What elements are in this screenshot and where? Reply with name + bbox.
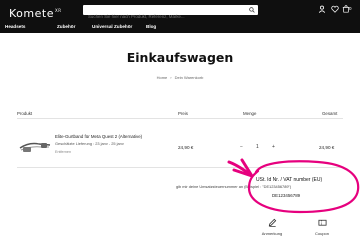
item-total: 24,90 €	[319, 145, 335, 150]
note-icon	[268, 218, 276, 227]
breadcrumb-separator: ›	[170, 75, 172, 80]
breadcrumb-current: Dein Warenkorb	[174, 75, 204, 80]
logo-text: Komete	[9, 7, 54, 20]
vat-number-hint: gib mir deine Umsatzsteuernummer an (Bei…	[176, 184, 292, 189]
vat-number-field[interactable]: DE123456789	[272, 193, 300, 198]
nav-item-blog[interactable]: Blog	[146, 24, 156, 29]
logo[interactable]: KometeXR	[9, 7, 62, 20]
user-icon[interactable]	[318, 5, 326, 13]
top-header: KometeXR 0 Headsets Zubehör Universal Zu…	[0, 0, 360, 33]
breadcrumb: Home › Dein Warenkorb	[0, 75, 360, 80]
vat-number-label: USt. Id Nr. / VAT number (EU)	[256, 177, 323, 183]
note-button[interactable]: Anmerkung	[259, 218, 285, 240]
search-icon[interactable]	[249, 7, 255, 13]
estimated-delivery: Geschätzte Lieferung : 23 janv - 25 janv	[55, 141, 124, 146]
nav-item-zubehoer[interactable]: Zubehör	[57, 24, 75, 29]
nav-item-headsets[interactable]: Headsets	[5, 24, 25, 29]
nav-item-universal-zubehoer[interactable]: Universal Zubehör	[92, 24, 132, 29]
wishlist-icon[interactable]	[331, 5, 339, 13]
table-header-divider	[17, 118, 343, 119]
cart-count-badge: 0	[349, 6, 352, 11]
search-bar	[83, 5, 258, 22]
highlight-annotation	[227, 158, 360, 214]
column-header-price: Preis	[178, 111, 189, 116]
column-header-quantity: Menge	[243, 111, 257, 116]
breadcrumb-home[interactable]: Home	[157, 75, 168, 80]
quantity-increase-button[interactable]: +	[272, 144, 275, 150]
table-row-divider	[17, 167, 343, 168]
quantity-decrease-button[interactable]: −	[240, 144, 243, 150]
main-nav: Headsets Zubehör Universal Zubehör Blog	[0, 20, 360, 33]
remove-item-link[interactable]: Entfernen	[55, 150, 71, 154]
quantity-value[interactable]: 1	[256, 144, 259, 150]
coupon-button-label: Coupon	[314, 231, 329, 236]
product-image[interactable]	[17, 134, 53, 158]
column-header-total: Gesamt	[322, 111, 338, 116]
logo-superscript: XR	[54, 8, 62, 14]
page-title: Einkaufswagen	[126, 50, 234, 65]
coupon-button[interactable]: Coupon	[309, 218, 335, 240]
item-price: 24,90 €	[178, 145, 194, 150]
note-button-label: Anmerkung	[261, 231, 283, 236]
column-header-product: Produkt	[17, 111, 33, 116]
coupon-icon	[317, 219, 327, 226]
product-name[interactable]: Elite-Gurtband für Meta Quest 2 (Alterna…	[55, 134, 142, 139]
